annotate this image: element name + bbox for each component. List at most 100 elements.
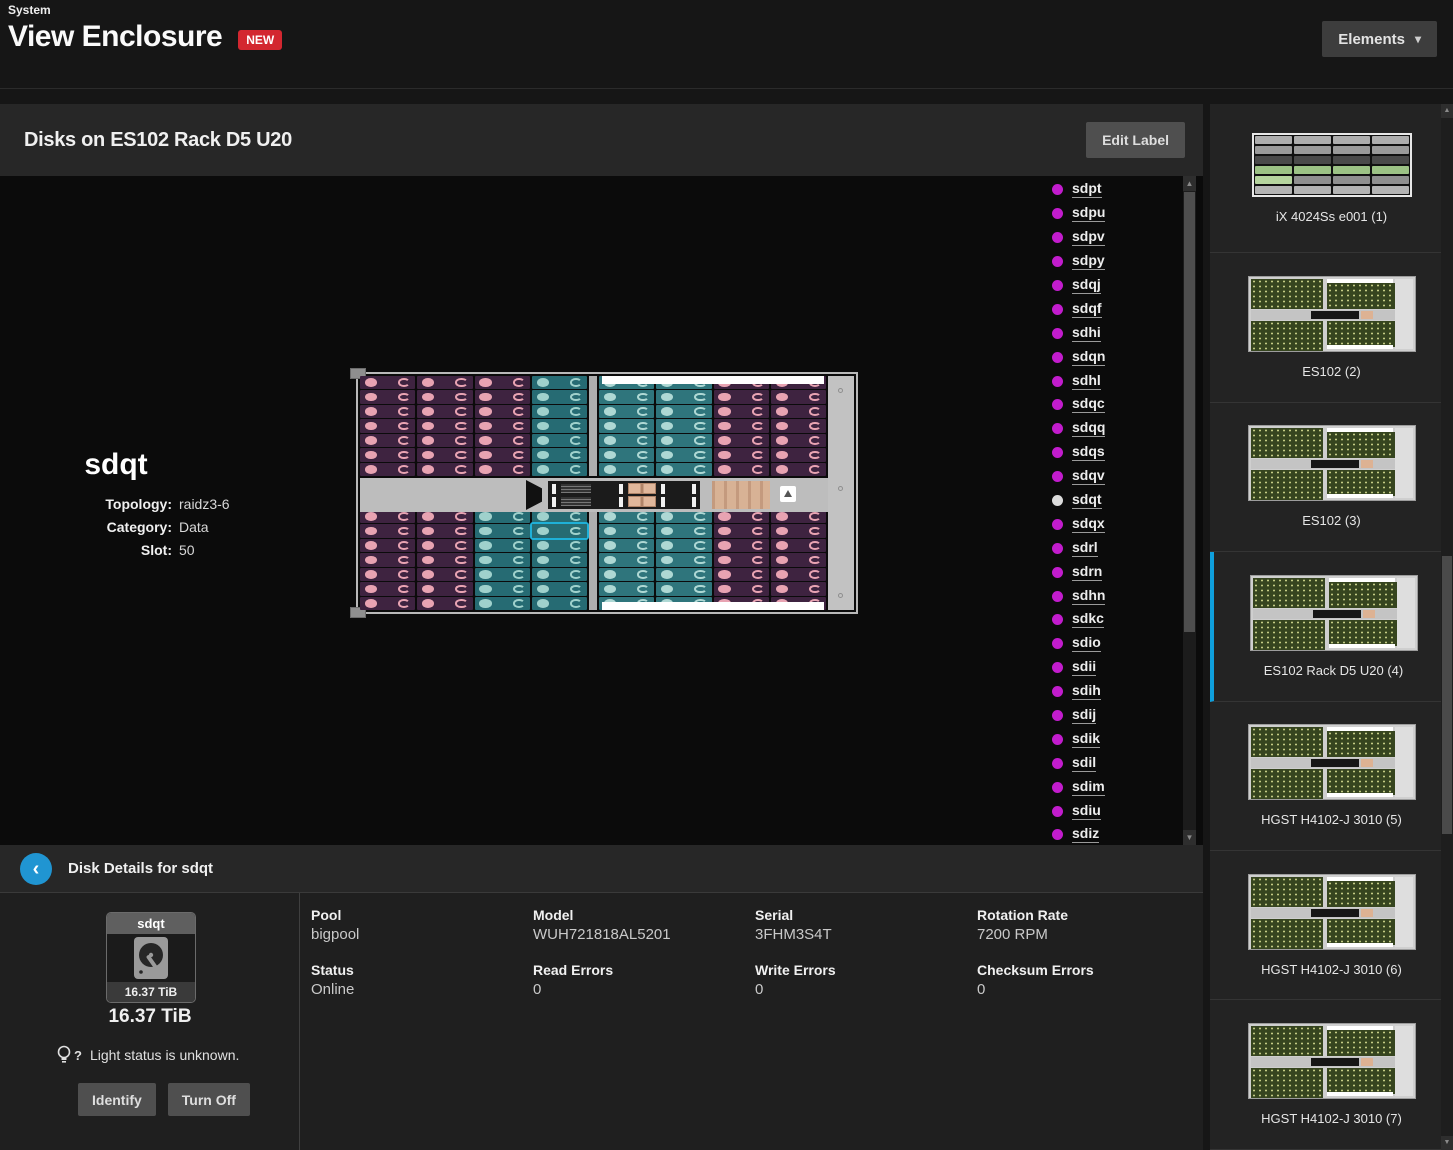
disk-slot[interactable]	[599, 582, 654, 595]
disk-slot[interactable]	[771, 463, 826, 476]
disk-slot[interactable]	[475, 448, 530, 461]
disk-slot[interactable]	[771, 524, 826, 537]
scroll-up-icon[interactable]: ▲	[1441, 104, 1453, 118]
disk-name-link[interactable]: sdiz	[1072, 826, 1099, 843]
disk-name-link[interactable]: sdih	[1072, 683, 1101, 700]
disk-name-link[interactable]: sdqn	[1072, 349, 1105, 366]
sidebar-item-6[interactable]: HGST H4102-J 3010 (6)	[1210, 851, 1453, 1000]
disk-slot[interactable]	[599, 539, 654, 552]
disk-list-item[interactable]: sdpt	[1052, 178, 1172, 202]
disk-slot[interactable]	[475, 597, 530, 610]
disk-slot[interactable]	[417, 419, 472, 432]
disk-slot[interactable]	[714, 405, 769, 418]
disk-slot[interactable]	[771, 539, 826, 552]
disk-slot[interactable]	[714, 463, 769, 476]
disk-slot[interactable]	[360, 510, 415, 523]
disk-name-link[interactable]: sdiu	[1072, 803, 1101, 820]
disk-slot[interactable]	[656, 568, 711, 581]
disk-slot[interactable]	[532, 539, 587, 552]
disk-slot[interactable]	[532, 448, 587, 461]
disk-name-link[interactable]: sdqs	[1072, 444, 1105, 461]
disk-list-item[interactable]: sdrl	[1052, 536, 1172, 560]
disk-slot[interactable]	[532, 376, 587, 389]
turn-off-button[interactable]: Turn Off	[168, 1083, 250, 1116]
disk-name-link[interactable]: sdhn	[1072, 588, 1105, 605]
disk-slot[interactable]	[360, 582, 415, 595]
disk-slot[interactable]	[656, 405, 711, 418]
disk-list-item[interactable]: sdii	[1052, 656, 1172, 680]
selected-disk-slot[interactable]	[532, 524, 587, 537]
disk-slot[interactable]	[360, 405, 415, 418]
viewport-scrollbar[interactable]: ▲ ▼	[1183, 176, 1196, 845]
disk-slot[interactable]	[532, 405, 587, 418]
scrollbar-thumb[interactable]	[1442, 556, 1452, 834]
disk-slot[interactable]	[771, 419, 826, 432]
disk-name-link[interactable]: sdkc	[1072, 611, 1104, 628]
disk-slot[interactable]	[599, 434, 654, 447]
sidebar-item-3[interactable]: ES102 (3)	[1210, 403, 1453, 552]
disk-list-item[interactable]: sdqf	[1052, 297, 1172, 321]
disk-list-item[interactable]: sdhn	[1052, 584, 1172, 608]
disk-slot[interactable]	[771, 405, 826, 418]
disk-list-item[interactable]: sdqq	[1052, 417, 1172, 441]
disk-name-link[interactable]: sdij	[1072, 707, 1096, 724]
disk-slot[interactable]	[714, 524, 769, 537]
disk-name-link[interactable]: sdqt	[1072, 492, 1102, 509]
disk-name-link[interactable]: sdpu	[1072, 205, 1105, 222]
elements-dropdown-button[interactable]: Elements ▾	[1322, 21, 1437, 57]
disk-list-item[interactable]: sdrn	[1052, 560, 1172, 584]
sidebar-item-1[interactable]: iX 4024Ss e001 (1)	[1210, 104, 1453, 253]
disk-slot[interactable]	[360, 524, 415, 537]
disk-name-link[interactable]: sdrn	[1072, 564, 1102, 581]
disk-list-item[interactable]: sdio	[1052, 632, 1172, 656]
disk-list-item[interactable]: sdqj	[1052, 274, 1172, 298]
disk-slot[interactable]	[417, 376, 472, 389]
disk-slot[interactable]	[532, 597, 587, 610]
disk-slot[interactable]	[656, 510, 711, 523]
disk-slot[interactable]	[714, 434, 769, 447]
disk-list-item[interactable]: sdqv	[1052, 465, 1172, 489]
disk-list-item[interactable]: sdil	[1052, 751, 1172, 775]
disk-slot[interactable]	[360, 553, 415, 566]
disk-slot[interactable]	[475, 376, 530, 389]
disk-list-item[interactable]: sdpu	[1052, 202, 1172, 226]
disk-slot[interactable]	[714, 390, 769, 403]
disk-slot[interactable]	[475, 434, 530, 447]
disk-slot[interactable]	[771, 434, 826, 447]
disk-slot[interactable]	[417, 553, 472, 566]
disk-slot[interactable]	[714, 448, 769, 461]
disk-slot[interactable]	[417, 539, 472, 552]
identify-button[interactable]: Identify	[78, 1083, 156, 1116]
disk-slot[interactable]	[599, 510, 654, 523]
disk-slot[interactable]	[475, 553, 530, 566]
disk-list-item[interactable]: sdiz	[1052, 823, 1172, 843]
disk-slot[interactable]	[532, 419, 587, 432]
disk-list-item[interactable]: sdhi	[1052, 321, 1172, 345]
disk-slot[interactable]	[532, 390, 587, 403]
disk-slot[interactable]	[714, 582, 769, 595]
disk-name-link[interactable]: sdik	[1072, 731, 1100, 748]
disk-slot[interactable]	[599, 419, 654, 432]
disk-list-item[interactable]: sdpy	[1052, 250, 1172, 274]
disk-slot[interactable]	[532, 553, 587, 566]
disk-slot[interactable]	[417, 390, 472, 403]
sidebar-item-2[interactable]: ES102 (2)	[1210, 253, 1453, 402]
disk-list-item[interactable]: sdpv	[1052, 226, 1172, 250]
disk-list-item[interactable]: sdih	[1052, 680, 1172, 704]
disk-slot[interactable]	[599, 553, 654, 566]
disk-slot[interactable]	[417, 405, 472, 418]
disk-list-item[interactable]: sdik	[1052, 727, 1172, 751]
disk-name-link[interactable]: sdrl	[1072, 540, 1098, 557]
disk-slot[interactable]	[656, 448, 711, 461]
disk-slot[interactable]	[532, 463, 587, 476]
disk-slot[interactable]	[475, 539, 530, 552]
disk-slot[interactable]	[475, 510, 530, 523]
disk-slot[interactable]	[417, 524, 472, 537]
disk-slot[interactable]	[656, 553, 711, 566]
disk-slot[interactable]	[656, 524, 711, 537]
disk-slot[interactable]	[360, 597, 415, 610]
disk-name-link[interactable]: sdqv	[1072, 468, 1105, 485]
sidebar-item-4[interactable]: ES102 Rack D5 U20 (4)	[1210, 552, 1453, 701]
disk-slot[interactable]	[532, 582, 587, 595]
disk-name-link[interactable]: sdqj	[1072, 277, 1101, 294]
